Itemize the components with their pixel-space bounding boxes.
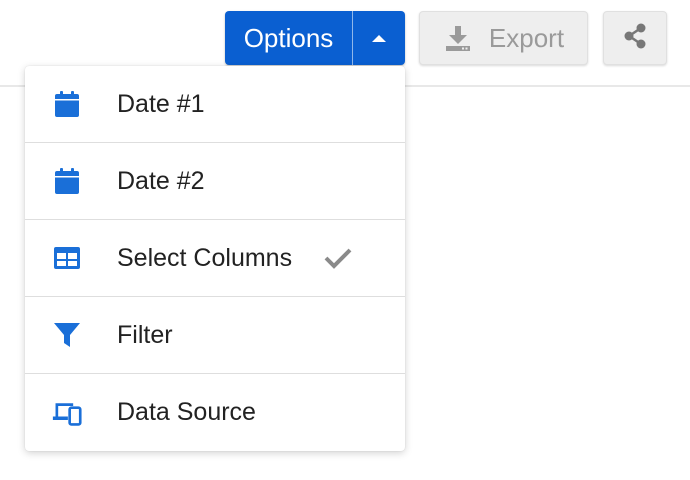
options-button-group: Options bbox=[225, 11, 405, 65]
options-button[interactable]: Options bbox=[225, 11, 353, 65]
menu-item-label: Date #1 bbox=[117, 89, 205, 118]
export-button-label: Export bbox=[488, 22, 565, 53]
export-button[interactable]: Export bbox=[419, 11, 588, 65]
menu-item-label: Date #2 bbox=[117, 166, 205, 195]
devices-icon bbox=[52, 398, 82, 428]
menu-item-label: Filter bbox=[117, 320, 173, 349]
menu-item-select-columns[interactable]: Select Columns bbox=[25, 220, 405, 297]
menu-item-filter[interactable]: Filter bbox=[25, 297, 405, 374]
table-columns-icon bbox=[52, 243, 82, 273]
checkmark-icon bbox=[323, 243, 353, 273]
calendar-icon bbox=[52, 89, 82, 119]
share-button[interactable] bbox=[603, 11, 667, 65]
calendar-icon bbox=[52, 166, 82, 196]
menu-item-date-1[interactable]: Date #1 bbox=[25, 66, 405, 143]
menu-item-label: Data Source bbox=[117, 398, 256, 426]
download-icon bbox=[443, 23, 473, 53]
options-dropdown-menu: Date #1 Date #2 Select Columns Filter Da… bbox=[25, 66, 405, 451]
menu-item-label: Select Columns bbox=[117, 243, 293, 272]
menu-item-date-2[interactable]: Date #2 bbox=[25, 143, 405, 220]
caret-up-icon bbox=[372, 34, 386, 42]
page: Options Export Date #1 Date #2 Select Co… bbox=[0, 0, 690, 480]
share-icon bbox=[621, 22, 649, 55]
options-toggle-button[interactable] bbox=[353, 11, 405, 65]
menu-item-data-source[interactable]: Data Source bbox=[25, 374, 405, 451]
filter-icon bbox=[52, 320, 82, 350]
